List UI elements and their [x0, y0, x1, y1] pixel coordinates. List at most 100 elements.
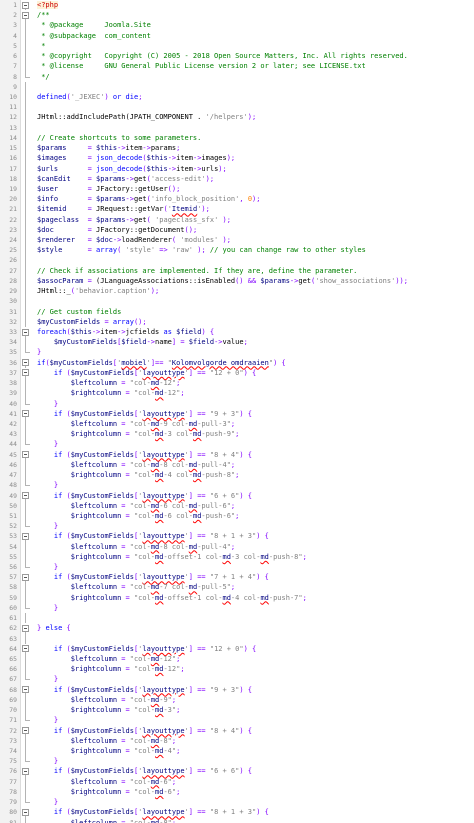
- code-line[interactable]: 22 $pageclass = $params->get( 'pageclass_…: [0, 214, 474, 225]
- code-line[interactable]: 73 $leftcolumn = "col-md-8";: [0, 735, 474, 746]
- code-line[interactable]: 53 if ($myCustomFields['layouttype'] == …: [0, 531, 474, 542]
- code-line[interactable]: 66 $rightcolumn = "col-md-12";: [0, 664, 474, 675]
- code-line[interactable]: 80 if ($myCustomFields['layouttype'] == …: [0, 807, 474, 818]
- code-line[interactable]: 5 *: [0, 40, 474, 52]
- code-line[interactable]: 51 $rightcolumn = "col-md-6 col-md-push-…: [0, 510, 474, 522]
- code-line[interactable]: 2 /**: [0, 10, 474, 21]
- code-line[interactable]: 48 }: [0, 480, 474, 490]
- fold-toggle-icon[interactable]: [22, 491, 29, 501]
- code-line[interactable]: 19 $user = JFactory::getUser();: [0, 183, 474, 195]
- fold-toggle-icon[interactable]: [22, 685, 29, 695]
- code-line[interactable]: 29 JHtml::_('behavior.caption');: [0, 286, 474, 297]
- code-line[interactable]: 4 * @subpackage com_content: [0, 30, 474, 41]
- code-line[interactable]: 14 // Create shortcuts to some parameters…: [0, 132, 474, 144]
- minus-box-icon[interactable]: [22, 451, 29, 459]
- minus-box-icon[interactable]: [22, 11, 29, 19]
- code-line[interactable]: 52 }: [0, 521, 474, 531]
- minus-box-icon[interactable]: [22, 328, 29, 336]
- code-line[interactable]: 23 $doc = JFactory::getDocument();: [0, 224, 474, 236]
- code-line[interactable]: 41 if ($myCustomFields['layouttype'] == …: [0, 409, 474, 419]
- minus-box-icon[interactable]: [22, 624, 29, 632]
- minus-box-icon[interactable]: [22, 369, 29, 377]
- code-line[interactable]: 35}: [0, 347, 474, 357]
- code-line[interactable]: 77 $leftcolumn = "col-md-6";: [0, 776, 474, 787]
- code-line[interactable]: 15 $params = $this->item->params;: [0, 143, 474, 154]
- code-line[interactable]: 47 $rightcolumn = "col-md-4 col-md-push-…: [0, 470, 474, 481]
- code-line[interactable]: 27 // Check if associations are implement…: [0, 265, 474, 276]
- code-line[interactable]: 24 $renderer = $doc->loadRenderer( 'modul…: [0, 235, 474, 246]
- code-line[interactable]: 50 $leftcolumn = "col-md-6 col-md-pull-6…: [0, 500, 474, 511]
- code-line[interactable]: 31 // Get custom fields: [0, 306, 474, 317]
- minus-box-icon[interactable]: [22, 767, 29, 775]
- code-line[interactable]: 40 }: [0, 398, 474, 409]
- code-line[interactable]: 49 if ($myCustomFields['layouttype'] == …: [0, 491, 474, 501]
- fold-toggle-icon[interactable]: [22, 531, 29, 542]
- minus-box-icon[interactable]: [22, 645, 29, 653]
- minus-box-icon[interactable]: [22, 727, 29, 735]
- code-line[interactable]: 17 $urls = json_decode($this->item->urls)…: [0, 163, 474, 174]
- code-line[interactable]: 20 $info = $params->get('info_block_posit…: [0, 194, 474, 205]
- code-line[interactable]: 63: [0, 633, 474, 644]
- code-line[interactable]: 13: [0, 122, 474, 133]
- code-line[interactable]: 43 $rightcolumn = "col-md-3 col-md-push-…: [0, 429, 474, 440]
- code-line[interactable]: 8 */: [0, 71, 474, 82]
- code-line[interactable]: 33 foreach($this->item->jcfields as $fiel…: [0, 327, 474, 338]
- code-line[interactable]: 79 }: [0, 797, 474, 807]
- code-line[interactable]: 34 $myCustomFields[$field->name] = $fiel…: [0, 337, 474, 348]
- code-line[interactable]: 61: [0, 613, 474, 624]
- fold-toggle-icon[interactable]: [22, 726, 29, 736]
- fold-toggle-icon[interactable]: [22, 807, 29, 818]
- fold-toggle-icon[interactable]: [22, 572, 29, 583]
- minus-box-icon[interactable]: [22, 532, 29, 540]
- code-line[interactable]: 71 }: [0, 715, 474, 725]
- fold-toggle-icon[interactable]: [22, 766, 29, 777]
- code-line[interactable]: 30: [0, 296, 474, 307]
- code-line[interactable]: 75 }: [0, 756, 474, 766]
- minus-box-icon[interactable]: [22, 686, 29, 694]
- fold-toggle-icon[interactable]: [22, 358, 29, 368]
- code-line[interactable]: 9: [0, 81, 474, 92]
- fold-toggle-icon[interactable]: [22, 644, 29, 654]
- code-line[interactable]: 16 $images = json_decode($this->item->ima…: [0, 153, 474, 164]
- code-line[interactable]: 3 * @package Joomla.Site: [0, 20, 474, 31]
- code-line[interactable]: 42 $leftcolumn = "col-md-9 col-md-pull-3…: [0, 418, 474, 430]
- code-line[interactable]: 55 $rightcolumn = "col-md-offset-1 col-m…: [0, 551, 474, 563]
- code-line[interactable]: 70 $rightcolumn = "col-md-3";: [0, 705, 474, 716]
- code-line[interactable]: 58 $leftcolumn = "col-md-7 col-md-pull-5…: [0, 582, 474, 593]
- minus-box-icon[interactable]: [22, 1, 29, 9]
- code-line[interactable]: 72 if ($myCustomFields['layouttype'] == …: [0, 726, 474, 736]
- fold-toggle-icon[interactable]: [22, 623, 29, 634]
- code-line[interactable]: 12 JHtml::addIncludePath(JPATH_COMPONENT …: [0, 112, 474, 123]
- code-line[interactable]: 76 if ($myCustomFields['layouttype'] == …: [0, 766, 474, 777]
- code-line[interactable]: 10 defined('_JEXEC') or die;: [0, 91, 474, 103]
- code-line[interactable]: 69 $leftcolumn = "col-md-9";: [0, 694, 474, 706]
- code-line[interactable]: 46 $leftcolumn = "col-md-8 col-md-pull-4…: [0, 459, 474, 471]
- code-line[interactable]: 1 <?php: [0, 0, 474, 11]
- code-line[interactable]: 11: [0, 102, 474, 113]
- minus-box-icon[interactable]: [22, 808, 29, 816]
- fold-toggle-icon[interactable]: [22, 10, 29, 21]
- code-line[interactable]: 18 $canEdit = $params->get('access-edit')…: [0, 173, 474, 184]
- code-line[interactable]: 37 if ($myCustomFields['layouttype'] == …: [0, 368, 474, 379]
- code-line[interactable]: 62} else {: [0, 623, 474, 634]
- fold-toggle-icon[interactable]: [22, 327, 29, 338]
- code-line[interactable]: 56 }: [0, 562, 474, 572]
- fold-toggle-icon[interactable]: [22, 368, 29, 379]
- code-line[interactable]: 36 if($myCustomFields['mobiel']== "Kolomv…: [0, 358, 474, 368]
- code-line[interactable]: 78 $rightcolumn = "col-md-6";: [0, 786, 474, 798]
- code-line[interactable]: 21 $itemid = JRequest::getVar('Itemid');: [0, 204, 474, 215]
- code-line[interactable]: 54 $leftcolumn = "col-md-8 col-md-pull-4…: [0, 541, 474, 552]
- code-line[interactable]: 81 $leftcolumn = "col-md-8";: [0, 817, 474, 823]
- code-line[interactable]: 7 * @license GNU General Public License …: [0, 61, 474, 72]
- code-line[interactable]: 38 $leftcolumn = "col-md-12";: [0, 378, 474, 389]
- code-line[interactable]: 26: [0, 255, 474, 266]
- minus-box-icon[interactable]: [22, 359, 29, 367]
- code-line[interactable]: 65 $leftcolumn = "col-md-12";: [0, 654, 474, 665]
- code-line[interactable]: 25 $style = array( 'style' => 'raw' ); //…: [0, 245, 474, 256]
- code-line[interactable]: 57 if ($myCustomFields['layouttype'] == …: [0, 572, 474, 583]
- code-line[interactable]: 39 $rightcolumn = "col-md-12";: [0, 388, 474, 399]
- fold-toggle-icon[interactable]: [22, 409, 29, 419]
- code-line[interactable]: 64 if ($myCustomFields['layouttype'] == …: [0, 644, 474, 654]
- fold-toggle-icon[interactable]: [22, 0, 29, 11]
- code-line[interactable]: 44 }: [0, 439, 474, 449]
